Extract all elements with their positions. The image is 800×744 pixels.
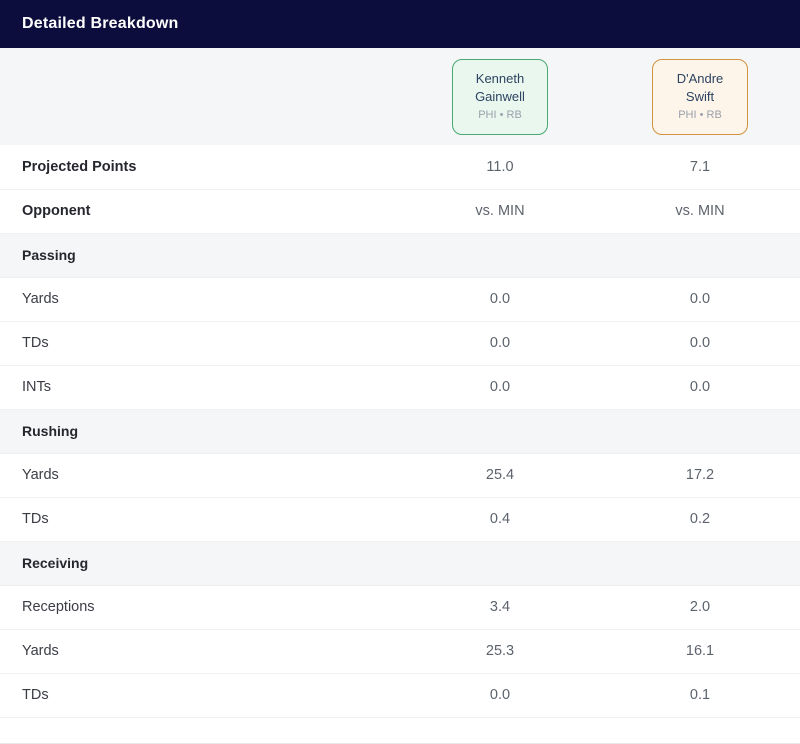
stat-value: 11.0 bbox=[400, 145, 600, 190]
section-header-label: Rushing bbox=[0, 408, 800, 454]
stat-value: 0.0 bbox=[400, 321, 600, 366]
header-row-label-spacer bbox=[0, 48, 400, 145]
stat-label: TDs bbox=[0, 673, 400, 718]
table-row: TDs 0.0 0.0 bbox=[0, 321, 800, 366]
stat-label: Projected Points bbox=[0, 145, 400, 190]
section-header-row: Rushing bbox=[0, 408, 800, 454]
table-row: Opponent vs. MIN vs. MIN bbox=[0, 189, 800, 234]
table-row: INTs 0.0 0.0 bbox=[0, 365, 800, 410]
stat-label: Receptions bbox=[0, 585, 400, 630]
stat-label: TDs bbox=[0, 497, 400, 542]
stat-value: 0.0 bbox=[400, 673, 600, 718]
table-row: Yards 25.3 16.1 bbox=[0, 629, 800, 674]
table-bottom-spacer bbox=[0, 717, 800, 744]
stat-value: 0.0 bbox=[400, 365, 600, 410]
player-team-position: PHI • RB bbox=[478, 108, 522, 121]
section-header-label: Passing bbox=[0, 232, 800, 278]
breakdown-table: Kenneth Gainwell PHI • RB D'Andre Swift PHI •… bbox=[0, 48, 800, 718]
stat-value: 2.0 bbox=[600, 585, 800, 630]
stat-label: TDs bbox=[0, 321, 400, 366]
player-column-header: D'Andre Swift PHI • RB bbox=[600, 48, 800, 145]
stat-label: Yards bbox=[0, 453, 400, 498]
player-name-line-1: D'Andre bbox=[676, 70, 724, 86]
table-row: Receptions 3.4 2.0 bbox=[0, 585, 800, 630]
stat-value: 0.0 bbox=[400, 277, 600, 322]
stat-value: 3.4 bbox=[400, 585, 600, 630]
player-card[interactable]: Kenneth Gainwell PHI • RB bbox=[452, 58, 548, 135]
table-row: Yards 25.4 17.2 bbox=[0, 453, 800, 498]
stat-label: Opponent bbox=[0, 189, 400, 234]
detailed-breakdown-panel: Detailed Breakdown Kenneth Gainwell PHI • … bbox=[0, 0, 800, 744]
player-header-row: Kenneth Gainwell PHI • RB D'Andre Swift PHI •… bbox=[0, 48, 800, 145]
stat-value: 17.2 bbox=[600, 453, 800, 498]
stat-value: 16.1 bbox=[600, 629, 800, 674]
stat-value: 0.0 bbox=[600, 365, 800, 410]
table-row: Yards 0.0 0.0 bbox=[0, 277, 800, 322]
stat-value: vs. MIN bbox=[400, 189, 600, 234]
stat-value: 25.3 bbox=[400, 629, 600, 674]
page-title: Detailed Breakdown bbox=[22, 15, 179, 32]
stat-value: 7.1 bbox=[600, 145, 800, 190]
stat-value: vs. MIN bbox=[600, 189, 800, 234]
stat-value: 0.0 bbox=[600, 277, 800, 322]
stat-value: 0.0 bbox=[600, 321, 800, 366]
stat-label: Yards bbox=[0, 629, 400, 674]
section-header-label: Receiving bbox=[0, 540, 800, 586]
player-name-line-2: Gainwell bbox=[475, 88, 525, 104]
player-team-position: PHI • RB bbox=[678, 108, 722, 121]
player-card[interactable]: D'Andre Swift PHI • RB bbox=[652, 58, 748, 135]
table-row: Projected Points 11.0 7.1 bbox=[0, 145, 800, 190]
stat-label: INTs bbox=[0, 365, 400, 410]
panel-titlebar: Detailed Breakdown bbox=[0, 0, 800, 48]
player-name-line-2: Swift bbox=[685, 88, 715, 104]
stat-value: 25.4 bbox=[400, 453, 600, 498]
player-column-header: Kenneth Gainwell PHI • RB bbox=[400, 48, 600, 145]
stat-value: 0.2 bbox=[600, 497, 800, 542]
stat-label: Yards bbox=[0, 277, 400, 322]
player-name-line-1: Kenneth bbox=[475, 70, 525, 86]
table-row: TDs 0.0 0.1 bbox=[0, 673, 800, 718]
stat-value: 0.4 bbox=[400, 497, 600, 542]
table-row: TDs 0.4 0.2 bbox=[0, 497, 800, 542]
section-header-row: Receiving bbox=[0, 540, 800, 586]
section-header-row: Passing bbox=[0, 232, 800, 278]
stat-value: 0.1 bbox=[600, 673, 800, 718]
